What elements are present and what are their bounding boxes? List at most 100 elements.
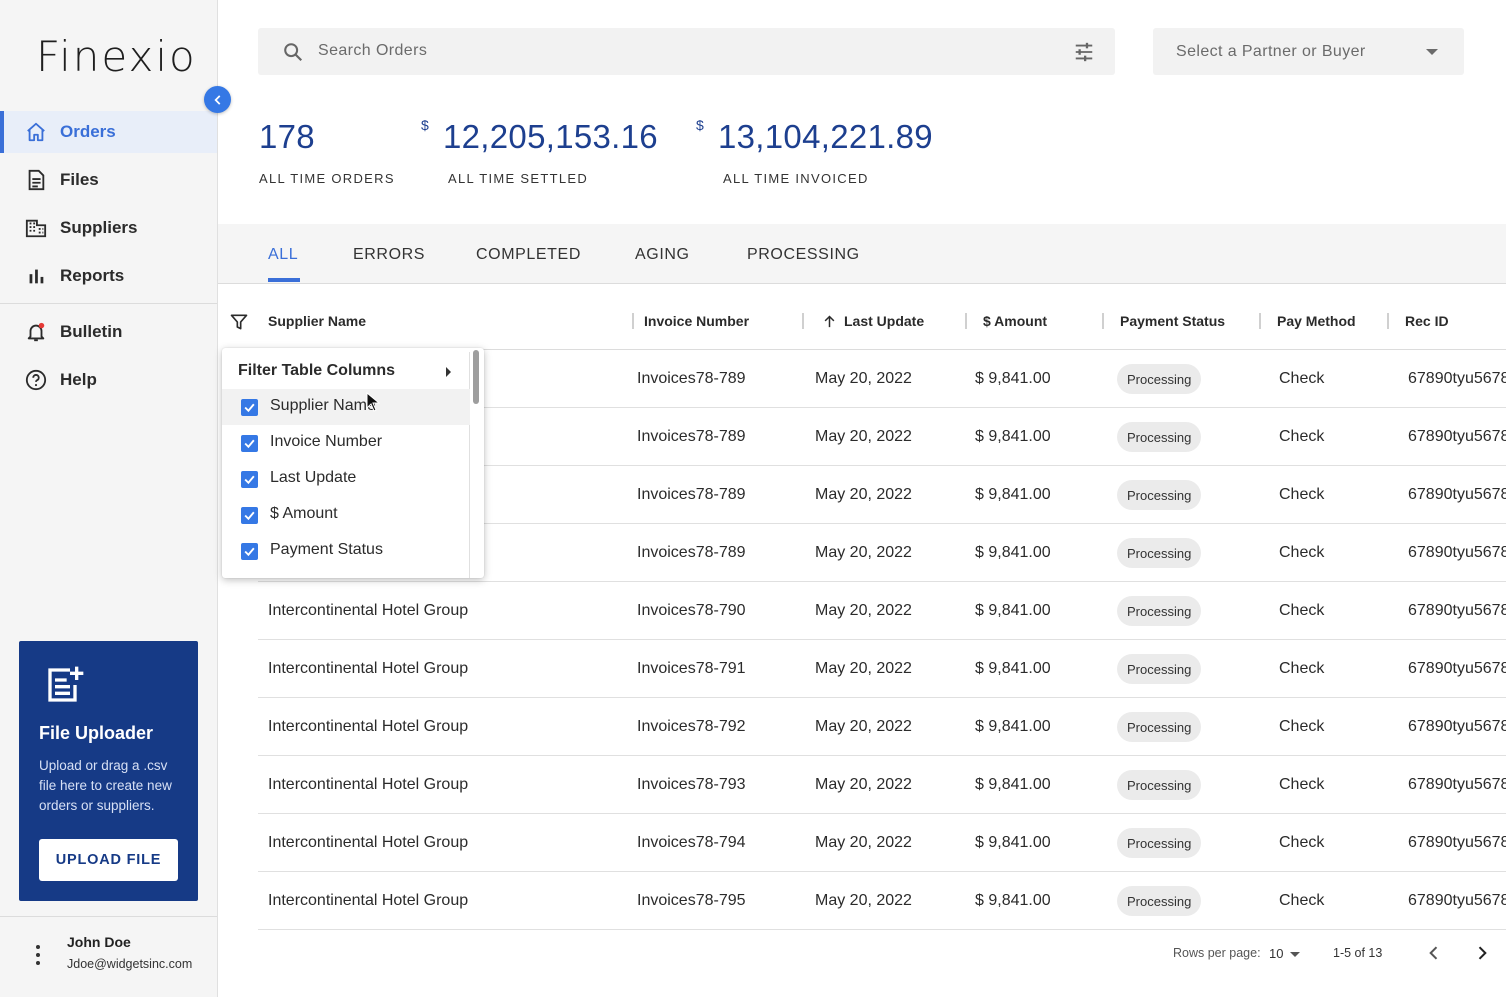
chevron-right-icon[interactable] [1472, 943, 1492, 968]
file-uploader-panel[interactable]: File Uploader Upload or drag a .csv file… [19, 641, 198, 901]
status-badge: Processing [1117, 712, 1202, 742]
column-header-amount[interactable]: $ Amount [983, 313, 1047, 329]
finexio-logo[interactable]: Finexio [36, 32, 197, 81]
mouse-cursor-icon [366, 391, 381, 417]
tune-filter-icon[interactable] [1073, 41, 1095, 68]
cell-amount: $ 9,841.00 [975, 834, 1051, 851]
status-badge: Processing [1117, 364, 1202, 394]
sidebar-item-bulletin[interactable]: Bulletin [0, 311, 217, 353]
sidebar-item-orders[interactable]: Orders [0, 111, 217, 153]
cell-last-update: May 20, 2022 [815, 660, 912, 677]
stat-all-time-orders: 178 ALL TIME ORDERS [259, 118, 394, 186]
table-row[interactable]: Intercontinental Hotel Group Invoices78-… [258, 814, 1506, 872]
caret-right-icon[interactable] [446, 367, 451, 377]
cell-last-update: May 20, 2022 [815, 370, 912, 387]
cell-last-update: May 20, 2022 [815, 602, 912, 619]
cell-pay-method: Check [1279, 892, 1325, 909]
filter-columns-button[interactable] [222, 303, 256, 341]
search-orders-field[interactable]: Search Orders [258, 28, 1115, 75]
chevron-left-icon[interactable] [1424, 943, 1444, 968]
column-header-invoice-number[interactable]: Invoice Number [644, 313, 749, 329]
cell-last-update: May 20, 2022 [815, 718, 912, 735]
option-label: $ Amount [270, 505, 338, 522]
column-separator[interactable] [802, 313, 804, 329]
column-separator[interactable] [632, 313, 634, 329]
stat-label: ALL TIME INVOICED [723, 171, 869, 186]
partner-buyer-select[interactable]: Select a Partner or Buyer [1153, 28, 1464, 75]
status-badge: Processing [1117, 480, 1202, 510]
sidebar-item-label: Reports [60, 266, 125, 285]
column-option-payment-status[interactable]: Payment Status [222, 533, 470, 569]
status-badge: Processing [1117, 886, 1202, 916]
sidebar-item-files[interactable]: Files [0, 159, 217, 201]
sidebar-divider [0, 303, 217, 304]
tab-errors[interactable]: ERRORS [353, 246, 425, 264]
sort-ascending-icon[interactable] [822, 314, 837, 334]
checkbox-checked-icon[interactable] [241, 435, 258, 452]
caret-down-icon[interactable] [1290, 952, 1300, 957]
pagination-range: 1-5 of 13 [1333, 946, 1383, 960]
table-row[interactable]: Intercontinental Hotel Group Invoices78-… [258, 698, 1506, 756]
cell-supplier: Intercontinental Hotel Group [268, 718, 469, 735]
table-row[interactable]: Intercontinental Hotel Group Invoices78-… [258, 756, 1506, 814]
chevron-left-icon [213, 94, 220, 105]
column-header-rec-id[interactable]: Rec ID [1405, 313, 1449, 329]
cell-invoice: Invoices78-791 [637, 660, 746, 677]
more-vertical-icon[interactable] [30, 940, 46, 970]
cell-invoice: Invoices78-789 [637, 428, 746, 445]
sidebar-item-suppliers[interactable]: Suppliers [0, 207, 217, 249]
sidebar-item-help[interactable]: Help [0, 359, 217, 401]
tab-all[interactable]: ALL [268, 246, 298, 264]
cell-last-update: May 20, 2022 [815, 486, 912, 503]
sidebar-item-reports[interactable]: Reports [0, 255, 217, 297]
cell-pay-method: Check [1279, 834, 1325, 851]
cell-amount: $ 9,841.00 [975, 660, 1051, 677]
column-separator[interactable] [1387, 313, 1389, 329]
upload-file-button[interactable]: UPLOAD FILE [39, 839, 178, 881]
checkbox-checked-icon[interactable] [241, 399, 258, 416]
column-separator[interactable] [1102, 313, 1104, 329]
rows-per-page-select[interactable]: 10 [1269, 946, 1283, 961]
popup-scrollbar-thumb[interactable] [473, 350, 479, 404]
cell-rec-id: 67890tyu5678 [1408, 834, 1506, 851]
search-input[interactable]: Search Orders [318, 42, 427, 60]
cell-last-update: May 20, 2022 [815, 834, 912, 851]
cell-amount: $ 9,841.00 [975, 776, 1051, 793]
stat-value: 12,205,153.16 [443, 118, 658, 155]
cell-invoice: Invoices78-793 [637, 776, 746, 793]
cell-pay-method: Check [1279, 660, 1325, 677]
cell-last-update: May 20, 2022 [815, 892, 912, 909]
column-separator[interactable] [965, 313, 967, 329]
checkbox-checked-icon[interactable] [241, 507, 258, 524]
column-option-invoice-number[interactable]: Invoice Number [222, 425, 470, 461]
column-option-last-update[interactable]: Last Update [222, 461, 470, 497]
column-option-supplier-name[interactable]: Supplier Name [222, 389, 470, 425]
tab-processing[interactable]: PROCESSING [747, 246, 860, 264]
cell-pay-method: Check [1279, 776, 1325, 793]
user-email: Jdoe@widgetsinc.com [67, 957, 193, 971]
tab-completed[interactable]: COMPLETED [476, 246, 581, 264]
column-header-supplier-name[interactable]: Supplier Name [268, 313, 366, 329]
checkbox-checked-icon[interactable] [241, 471, 258, 488]
cell-supplier: Intercontinental Hotel Group [268, 892, 469, 909]
sidebar-item-label: Bulletin [60, 322, 123, 341]
table-row[interactable]: Intercontinental Hotel Group Invoices78-… [258, 582, 1506, 640]
column-header-last-update[interactable]: Last Update [844, 313, 924, 329]
filter-columns-popup: Filter Table Columns Supplier Name Invoi… [222, 348, 484, 578]
cell-rec-id: 67890tyu5678 [1408, 544, 1506, 561]
rows-per-page-label: Rows per page: [1173, 946, 1261, 960]
collapse-sidebar-button[interactable] [204, 86, 231, 113]
column-header-pay-method[interactable]: Pay Method [1277, 313, 1356, 329]
tab-aging[interactable]: AGING [635, 246, 690, 264]
column-option-amount[interactable]: $ Amount [222, 497, 470, 533]
cell-amount: $ 9,841.00 [975, 892, 1051, 909]
column-separator[interactable] [1259, 313, 1261, 329]
table-row[interactable]: Intercontinental Hotel Group Invoices78-… [258, 640, 1506, 698]
cell-last-update: May 20, 2022 [815, 428, 912, 445]
table-row[interactable]: Intercontinental Hotel Group Invoices78-… [258, 872, 1506, 930]
stat-all-time-settled: $ 12,205,153.16 ALL TIME SETTLED [421, 117, 658, 186]
stat-label: ALL TIME SETTLED [448, 171, 589, 186]
column-header-payment-status[interactable]: Payment Status [1120, 313, 1225, 329]
cell-supplier: Intercontinental Hotel Group [268, 776, 469, 793]
checkbox-checked-icon[interactable] [241, 543, 258, 560]
